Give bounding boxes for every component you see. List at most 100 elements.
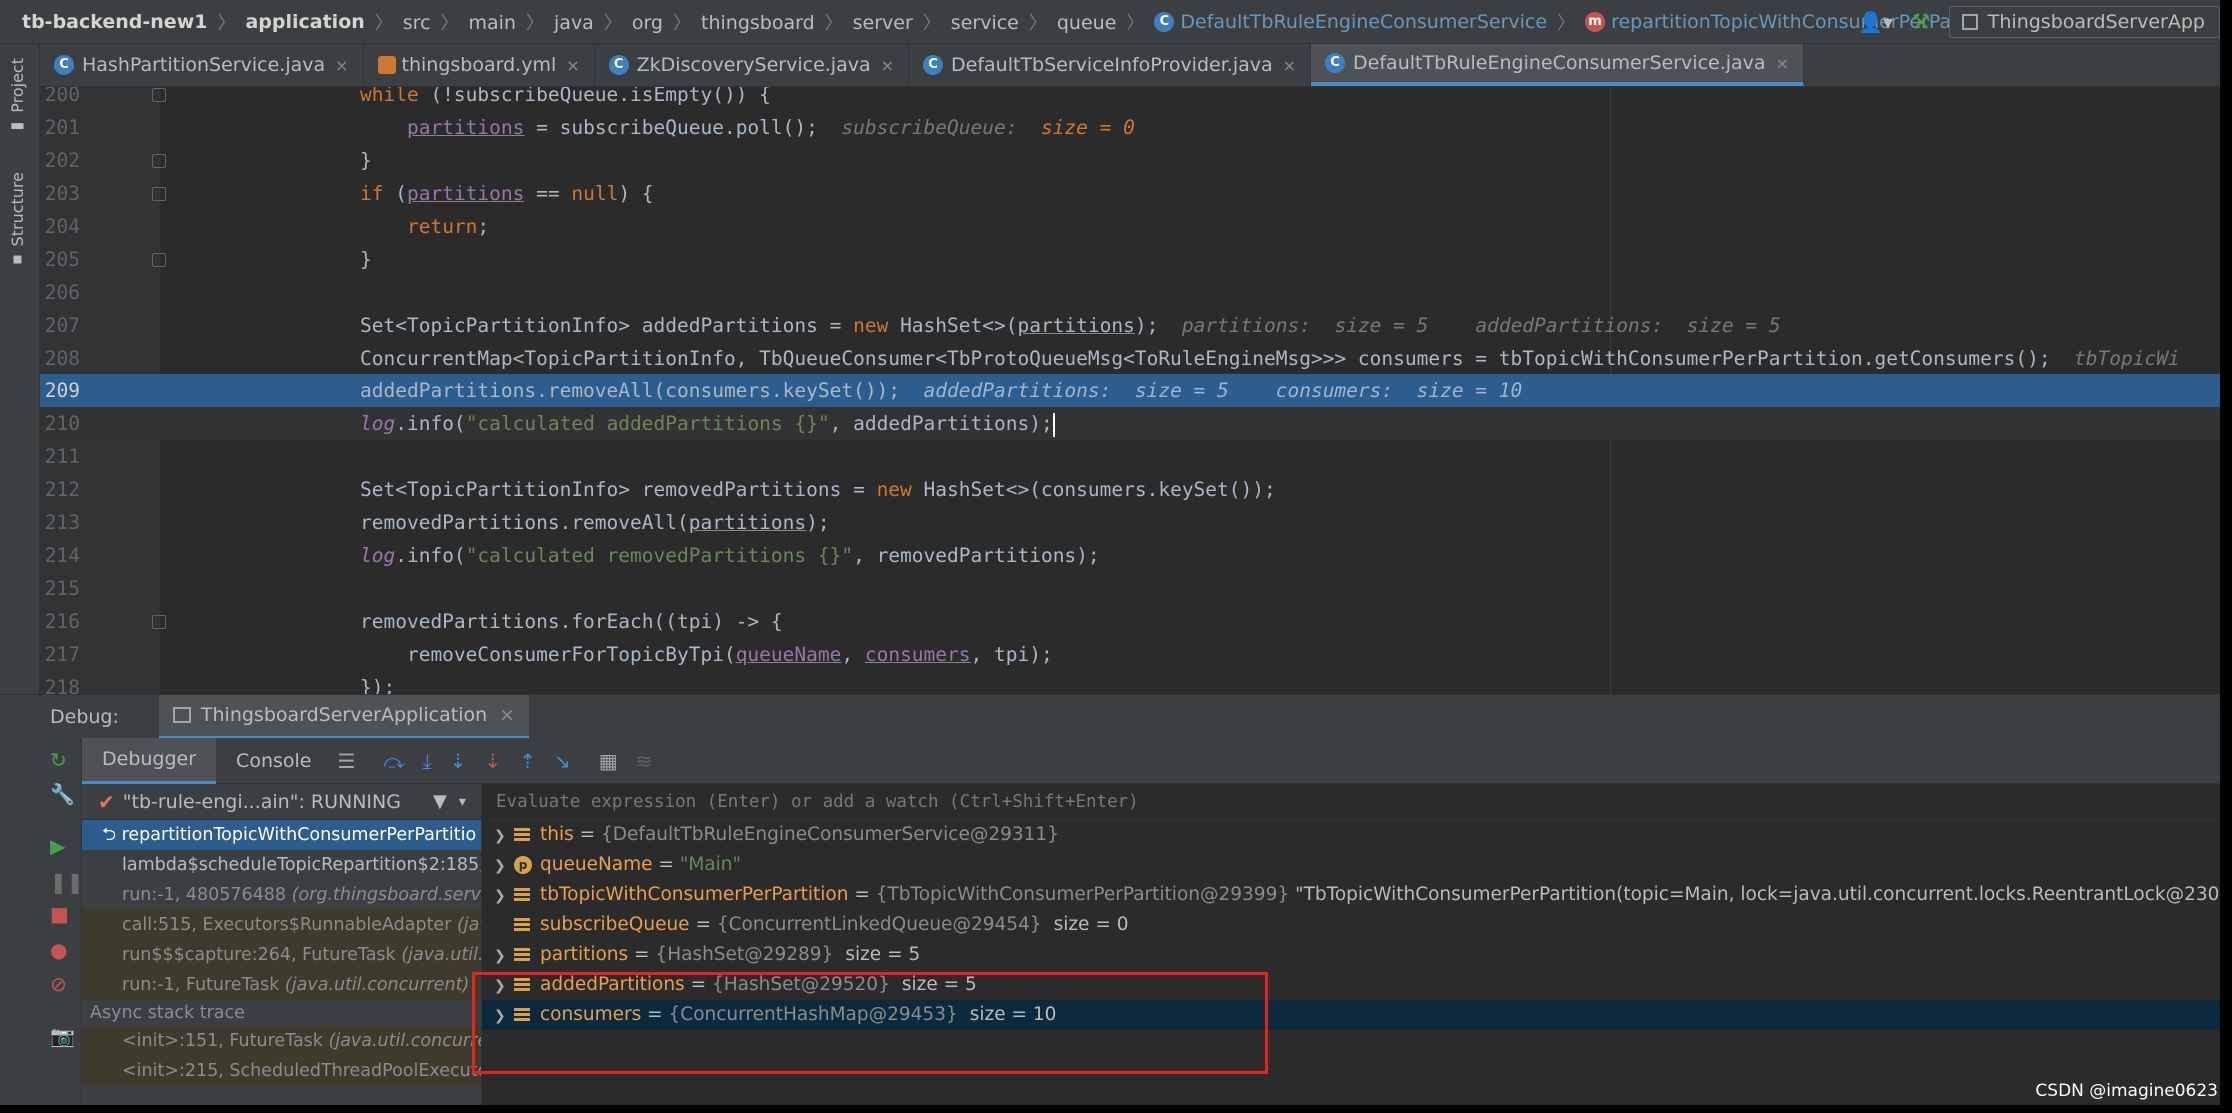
code-line[interactable]: 214 log.info("calculated removedPartition…: [40, 539, 2220, 572]
breadcrumb-item[interactable]: java: [554, 12, 594, 34]
structure-tool-tab[interactable]: ▪ Structure: [8, 172, 27, 271]
tab-file[interactable]: C HashPartitionService.java ×: [40, 44, 364, 86]
tab-file[interactable]: C DefaultTbRuleEngineConsumerService.java…: [1311, 44, 1804, 86]
close-icon[interactable]: ×: [1283, 56, 1296, 75]
breadcrumb-project[interactable]: tb-backend-new1: [22, 11, 207, 33]
code-line[interactable]: 215: [40, 572, 2220, 605]
camera-icon[interactable]: 📷: [50, 1024, 75, 1048]
close-icon[interactable]: ×: [335, 56, 348, 75]
pause-icon[interactable]: ❚❚: [50, 870, 84, 894]
code-line[interactable]: 202}: [40, 144, 2220, 177]
trace-icon[interactable]: ≋: [636, 749, 653, 773]
breadcrumb-item[interactable]: thingsboard: [701, 12, 815, 34]
chevron-right-icon[interactable]: ❯: [494, 881, 514, 910]
breadcrumb-item[interactable]: main: [469, 12, 516, 34]
fold-marker-icon[interactable]: [152, 88, 166, 102]
code-editor[interactable]: 200 while (!subscribeQueue.isEmpty()) {20…: [40, 87, 2220, 694]
breadcrumb-item[interactable]: queue: [1057, 12, 1117, 34]
code-line[interactable]: 218});: [40, 671, 2220, 694]
variable-row[interactable]: subscribeQueue = {ConcurrentLinkedQueue@…: [482, 910, 2220, 940]
breadcrumb-item[interactable]: server: [853, 12, 913, 34]
stack-frame[interactable]: <init>:151, FutureTask (java.util.concur…: [82, 1026, 481, 1056]
force-step-into-icon[interactable]: ⇣: [484, 749, 501, 773]
stack-frame[interactable]: lambda$scheduleTopicRepartition$2:185,: [82, 850, 481, 880]
breadcrumb-class[interactable]: DefaultTbRuleEngineConsumerService: [1180, 11, 1547, 33]
step-into-icon[interactable]: ⇣: [450, 749, 467, 773]
show-execution-point-icon[interactable]: ⤼: [383, 749, 404, 773]
mute-breakpoints-icon[interactable]: ⊘: [50, 972, 67, 996]
tab-file[interactable]: C DefaultTbServiceInfoProvider.java ×: [909, 44, 1312, 86]
line-number: 201: [44, 115, 80, 139]
tab-debugger[interactable]: Debugger: [82, 737, 217, 784]
chevron-right-icon[interactable]: ❯: [494, 821, 514, 850]
filter-icon[interactable]: ▼: [433, 791, 447, 812]
chevron-right-icon[interactable]: ❯: [494, 971, 514, 1000]
stack-frame[interactable]: <init>:215, ScheduledThreadPoolExecuto: [82, 1056, 481, 1086]
variable-row[interactable]: ❯ partitions = {HashSet@29289} size = 5: [482, 940, 2220, 970]
code-line[interactable]: 210 log.info("calculated addedPartitions …: [40, 407, 2220, 441]
code-line[interactable]: 208 ConcurrentMap<TopicPartitionInfo, TbQ…: [40, 342, 2220, 375]
close-icon[interactable]: ×: [499, 704, 515, 726]
code-line[interactable]: 217 removeConsumerForTopicByTpi(queueNam…: [40, 638, 2220, 671]
code-line[interactable]: 209 addedPartitions.removeAll(consumers.k…: [40, 374, 2220, 408]
stack-frame[interactable]: run:-1, FutureTask (java.util.concurrent…: [82, 970, 481, 1000]
code-line[interactable]: 206: [40, 276, 2220, 309]
evaluate-expression-input[interactable]: Evaluate expression (Enter) or add a wat…: [482, 784, 2220, 820]
variable-row[interactable]: ❯ consumers = {ConcurrentHashMap@29453} si…: [482, 1000, 2220, 1030]
code-line[interactable]: 212 Set<TopicPartitionInfo> removedPartit…: [40, 473, 2220, 506]
evaluate-expression-icon[interactable]: ▦: [599, 749, 618, 773]
code-line[interactable]: 213 removedPartitions.removeAll(partition…: [40, 506, 2220, 539]
code-line[interactable]: 207 Set<TopicPartitionInfo> addedPartitio…: [40, 309, 2220, 342]
line-number: 215: [44, 577, 80, 601]
variable-row[interactable]: ❯ addedPartitions = {HashSet@29520} size =…: [482, 970, 2220, 1000]
variable-row[interactable]: ❯ tbTopicWithConsumerPerPartition = {TbTo…: [482, 880, 2220, 910]
chevron-down-icon[interactable]: ▾: [459, 794, 466, 810]
fold-marker-icon[interactable]: [152, 186, 166, 201]
breadcrumb-module[interactable]: application: [245, 11, 364, 33]
thread-selector[interactable]: ✔ "tb-rule-engi...ain": RUNNING ▼ ▾: [82, 784, 481, 820]
stack-frame[interactable]: call:515, Executors$RunnableAdapter (jav: [82, 910, 481, 940]
view-breakpoints-icon[interactable]: ●: [50, 938, 67, 962]
code-line[interactable]: 204 return;: [40, 210, 2220, 243]
tab-console[interactable]: Console: [216, 738, 331, 784]
code-line[interactable]: 203 if (partitions == null) {: [40, 177, 2220, 210]
tab-file[interactable]: thingsboard.yml ×: [364, 44, 595, 86]
user-icon[interactable]: 👤▾: [1858, 10, 1893, 34]
run-to-cursor-icon[interactable]: ↘: [554, 749, 571, 773]
stack-frame[interactable]: run:-1, 480576488 (org.thingsboard.serv: [82, 880, 481, 910]
run-configuration-selector[interactable]: ThingsboardServerApp: [1948, 6, 2220, 38]
resume-icon[interactable]: ▶: [50, 834, 65, 858]
chevron-right-icon[interactable]: ❯: [494, 941, 514, 970]
variable-row[interactable]: ❯ p queueName = "Main": [482, 850, 2220, 880]
breadcrumb-item[interactable]: src: [403, 12, 431, 34]
step-out-icon[interactable]: ⇡: [519, 749, 536, 773]
code-line[interactable]: 200 while (!subscribeQueue.isEmpty()) {: [40, 87, 2220, 111]
chevron-right-icon[interactable]: ❯: [494, 851, 514, 880]
code-line[interactable]: 216 removedPartitions.forEach((tpi) -> {: [40, 605, 2220, 638]
rerun-icon[interactable]: ↻: [50, 748, 67, 772]
chevron-right-icon[interactable]: ❯: [494, 1001, 514, 1030]
frame-package: (org.thingsboard.serv: [291, 885, 481, 905]
stop-icon[interactable]: ■: [50, 902, 69, 926]
tab-file[interactable]: C ZkDiscoveryService.java ×: [595, 44, 910, 86]
settings-wrench-icon[interactable]: 🔧: [50, 782, 75, 806]
project-tool-tab[interactable]: ▬ Project: [8, 58, 27, 137]
fold-marker-icon[interactable]: [152, 153, 166, 168]
close-icon[interactable]: ×: [881, 56, 894, 75]
step-over-icon[interactable]: ⤓: [423, 749, 432, 773]
build-hammer-icon[interactable]: ⚒: [1911, 10, 1931, 35]
fold-marker-icon[interactable]: [152, 252, 166, 267]
code-line[interactable]: 211: [40, 440, 2220, 473]
fold-marker-icon[interactable]: [152, 615, 166, 630]
stack-frame[interactable]: ⮌ repartitionTopicWithConsumerPerPartiti…: [82, 820, 481, 850]
breadcrumb-item[interactable]: service: [951, 12, 1019, 34]
code-line[interactable]: 201 partitions = subscribeQueue.poll(); …: [40, 111, 2220, 144]
code-line[interactable]: 205}: [40, 243, 2220, 276]
breadcrumb-item[interactable]: org: [632, 12, 663, 34]
variable-row[interactable]: ❯ this = {DefaultTbRuleEngineConsumerServ…: [482, 820, 2220, 850]
debug-session-tab[interactable]: ThingsboardServerApplication ×: [158, 694, 530, 739]
menu-icon[interactable]: ☰: [337, 749, 355, 773]
close-icon[interactable]: ×: [566, 56, 579, 75]
stack-frame[interactable]: run$$$capture:264, FutureTask (java.util…: [82, 940, 481, 970]
close-icon[interactable]: ×: [1776, 54, 1789, 73]
